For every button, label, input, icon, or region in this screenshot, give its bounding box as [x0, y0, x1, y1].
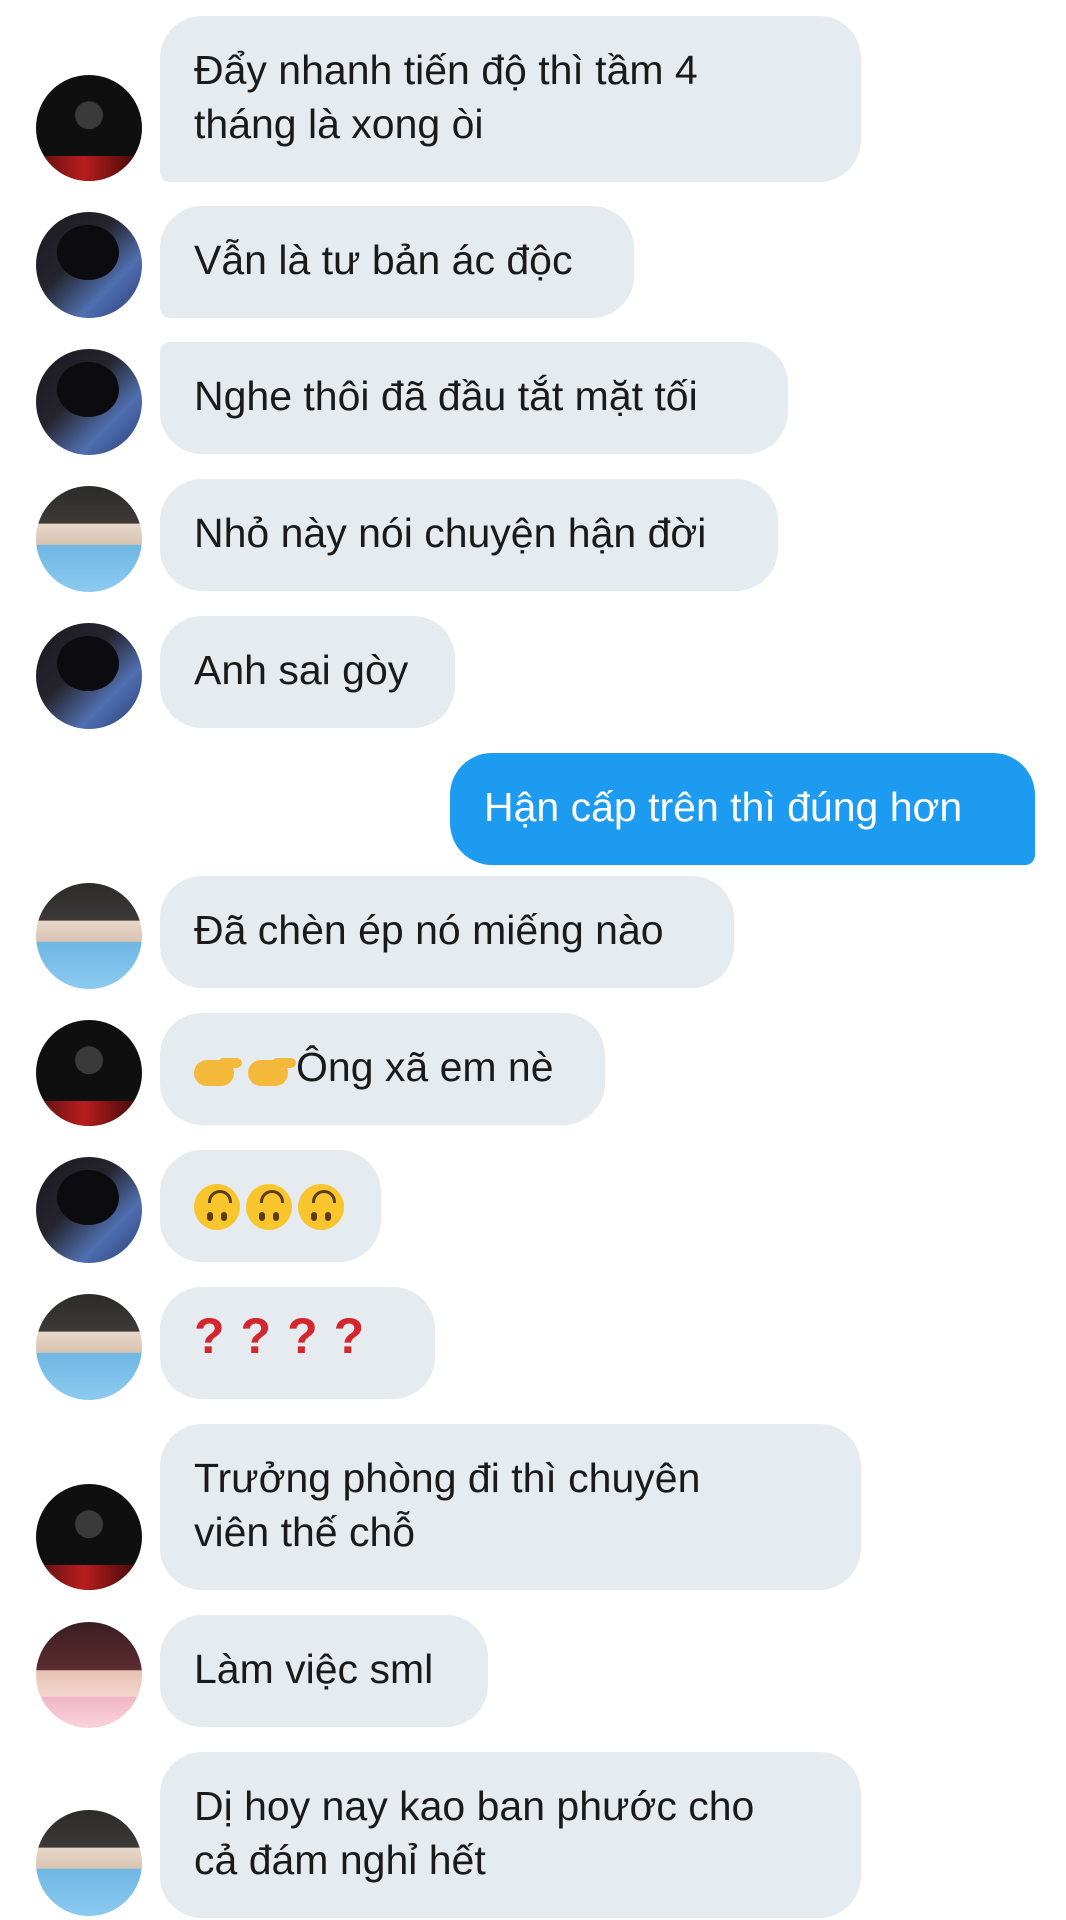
avatar[interactable] — [36, 1020, 142, 1126]
emoji-group — [194, 1184, 344, 1231]
message-text-line: Nghe thôi đã đầu tắt mặt tối — [194, 373, 698, 419]
question-mark-icon: ? — [287, 1308, 318, 1364]
message-text-line: tháng là xong òi — [194, 101, 484, 147]
message-bubble[interactable]: Dị hoy nay kao ban phước cho cả đám nghỉ… — [160, 1752, 861, 1918]
message-text-line: viên thế chỗ — [194, 1509, 416, 1555]
question-mark-icon: ? — [333, 1308, 365, 1364]
avatar[interactable] — [36, 75, 142, 181]
message-text-line: Làm việc sml — [194, 1646, 434, 1692]
message-bubble[interactable]: Trưởng phòng đi thì chuyên viên thế chỗ — [160, 1424, 861, 1590]
avatar[interactable] — [36, 349, 142, 455]
message-text-line: Anh sai gòy — [194, 647, 409, 693]
message-text-line: Trưởng phòng đi thì chuyên — [194, 1455, 701, 1501]
message-text-line: Hận cấp trên thì đúng hơn — [484, 784, 963, 830]
avatar[interactable] — [36, 1810, 142, 1916]
avatar[interactable] — [36, 623, 142, 729]
message-text-line: Nhỏ này nói chuyện hận đời — [194, 510, 707, 556]
upside-down-face-icon — [298, 1184, 344, 1231]
message-bubble[interactable]: ???? — [160, 1287, 435, 1399]
pointing-right-hands-icon — [194, 1050, 296, 1090]
upside-down-face-icon — [194, 1184, 240, 1231]
avatar[interactable] — [36, 1622, 142, 1728]
message-bubble[interactable]: Đã chèn ép nó miếng nào — [160, 876, 734, 988]
avatar[interactable] — [36, 883, 142, 989]
message-text-line: cả đám nghỉ hết — [194, 1837, 486, 1883]
message-bubble[interactable]: Đẩy nhanh tiến độ thì tầm 4 tháng là xon… — [160, 16, 861, 182]
message-bubble[interactable]: Anh sai gòy — [160, 616, 455, 728]
avatar[interactable] — [36, 486, 142, 592]
message-bubble[interactable]: Ông xã em nè — [160, 1013, 605, 1125]
message-bubble[interactable]: Vẫn là tư bản ác độc — [160, 206, 634, 318]
avatar[interactable] — [36, 1294, 142, 1400]
message-bubble[interactable]: Nghe thôi đã đầu tắt mặt tối — [160, 342, 788, 454]
my-message-bubble[interactable]: Hận cấp trên thì đúng hơn — [450, 753, 1035, 865]
pointing-hand-icon — [248, 1050, 296, 1090]
question-mark-icon: ? — [240, 1308, 272, 1364]
avatar[interactable] — [36, 212, 142, 318]
message-bubble[interactable] — [160, 1150, 381, 1262]
conversation-thread: Đẩy nhanh tiến độ thì tầm 4 tháng là xon… — [0, 0, 1066, 1920]
upside-down-face-icon — [246, 1184, 292, 1231]
pointing-hand-icon — [194, 1050, 242, 1090]
message-text-line: Đã chèn ép nó miếng nào — [194, 907, 664, 953]
message-text-line: Đẩy nhanh tiến độ thì tầm 4 — [194, 47, 698, 93]
question-mark-icon: ? — [194, 1308, 225, 1364]
avatar[interactable] — [36, 1484, 142, 1590]
message-bubble[interactable]: Nhỏ này nói chuyện hận đời — [160, 479, 778, 591]
message-text-line: Ông xã em nè — [296, 1044, 554, 1090]
message-bubble[interactable]: Làm việc sml — [160, 1615, 488, 1727]
message-text-line: Vẫn là tư bản ác độc — [194, 237, 573, 283]
message-text-line: Dị hoy nay kao ban phước cho — [194, 1783, 755, 1829]
avatar[interactable] — [36, 1157, 142, 1263]
